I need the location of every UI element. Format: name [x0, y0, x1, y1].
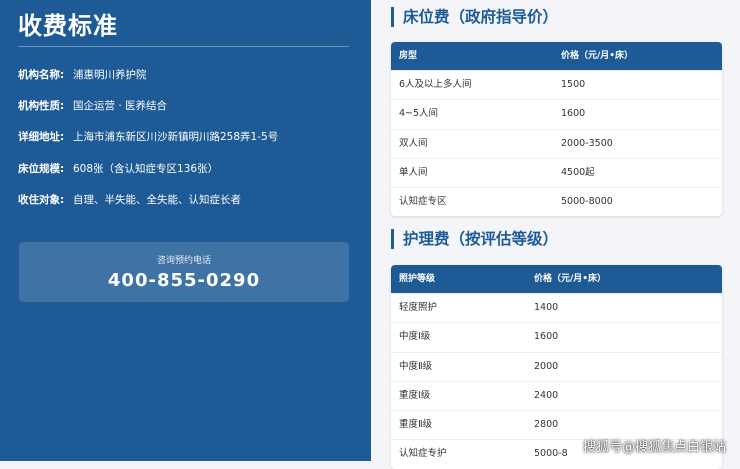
contact-label: 咨询预约电话	[156, 256, 211, 266]
info-panel: 收费标准 机构名称: 浦惠明川养护院 机构性质: 国企运营 · 医养结合 详细地址:…	[0, 0, 371, 461]
bed-fee-title: 床位费（政府指导价）	[391, 7, 558, 27]
info-value: 国企运营 · 医养结合	[73, 100, 168, 112]
room-type-cell: 6人及以上多人间	[399, 79, 472, 90]
info-row-nature: 机构性质: 国企运营 · 医养结合	[18, 98, 167, 113]
page-title: 收费标准	[18, 12, 118, 40]
fees-panel: 床位费（政府指导价） 房型 价格（元/月•床） 6人及以上多人间 1500 4~5…	[371, 0, 740, 469]
bed-fee-table: 房型 价格（元/月•床） 6人及以上多人间 1500 4~5人间 1600 双人间 2…	[391, 42, 722, 217]
table-row: 6人及以上多人间 1500	[391, 70, 722, 99]
table-row: 重度Ⅰ级 2400	[391, 380, 722, 410]
room-type-cell: 单人间	[399, 166, 428, 178]
care-level-cell: 轻度照护	[399, 302, 438, 313]
info-row-residents: 收住对象: 自理、半失能、全失能、认知症长者	[18, 192, 241, 207]
care-level-cell: 重度Ⅱ级	[399, 419, 433, 431]
header-price: 价格（元/月•床）	[561, 51, 634, 61]
price-cell: 1600	[534, 331, 559, 343]
price-cell: 5000-8000	[561, 196, 613, 208]
info-value: 608张（含认知症专区136张）	[73, 163, 219, 175]
info-key: 机构名称:	[18, 69, 65, 81]
info-key: 收住对象:	[18, 194, 65, 206]
room-type-cell: 4~5人间	[399, 108, 439, 120]
title-divider	[18, 46, 349, 47]
header-price: 价格（元/月•床）	[534, 274, 607, 284]
info-value: 上海市浦东新区川沙新镇明川路258弄1-5号	[73, 131, 279, 143]
info-key: 机构性质:	[18, 100, 65, 112]
table-row: 认知症专区 5000-8000	[391, 187, 722, 216]
contact-phone[interactable]: 400-855-0290	[19, 270, 349, 291]
header-room-type: 房型	[399, 51, 418, 61]
price-cell: 2400	[534, 389, 559, 401]
info-key: 详细地址:	[18, 131, 65, 143]
info-row-name: 机构名称: 浦惠明川养护院	[18, 67, 147, 82]
price-cell: 4500起	[561, 166, 595, 178]
header-care-level: 照护等级	[399, 274, 436, 284]
room-type-cell: 双人间	[399, 137, 428, 149]
table-row: 双人间 2000-3500	[391, 128, 722, 158]
info-key: 床位规模:	[18, 163, 65, 175]
price-cell: 5000-8	[534, 448, 568, 460]
info-value: 自理、半失能、全失能、认知症长者	[73, 194, 241, 206]
info-row-address: 详细地址: 上海市浦东新区川沙新镇明川路258弄1-5号	[18, 129, 278, 144]
price-cell: 2000-3500	[561, 137, 613, 149]
table-row: 4~5人间 1600	[391, 99, 722, 128]
table-header: 房型 价格（元/月•床）	[391, 42, 722, 70]
table-row: 中度Ⅰ级 1600	[391, 322, 722, 351]
contact-box: 咨询预约电话 400-855-0290	[19, 242, 349, 302]
table-row: 单人间 4500起	[391, 157, 722, 187]
price-cell: 1400	[534, 302, 559, 313]
price-cell: 2800	[534, 419, 559, 431]
care-level-cell: 重度Ⅰ级	[399, 389, 431, 401]
price-cell: 1500	[561, 79, 586, 90]
care-level-cell: 中度Ⅰ级	[399, 331, 431, 343]
watermark: 搜狐号@搜狐焦点白银站	[582, 440, 726, 455]
table-row: 中度Ⅱ级 2000	[391, 351, 722, 381]
table-row: 轻度照护 1400	[391, 293, 722, 322]
care-level-cell: 认知症专护	[399, 448, 447, 460]
price-cell: 2000	[534, 360, 559, 372]
room-type-cell: 认知症专区	[399, 196, 447, 208]
info-value: 浦惠明川养护院	[73, 69, 147, 81]
care-fee-title: 护理费（按评估等级）	[391, 229, 558, 249]
care-level-cell: 中度Ⅱ级	[399, 360, 433, 372]
price-cell: 1600	[561, 108, 586, 120]
info-row-beds: 床位规模: 608张（含认知症专区136张）	[18, 161, 218, 176]
table-header: 照护等级 价格（元/月•床）	[391, 265, 722, 293]
